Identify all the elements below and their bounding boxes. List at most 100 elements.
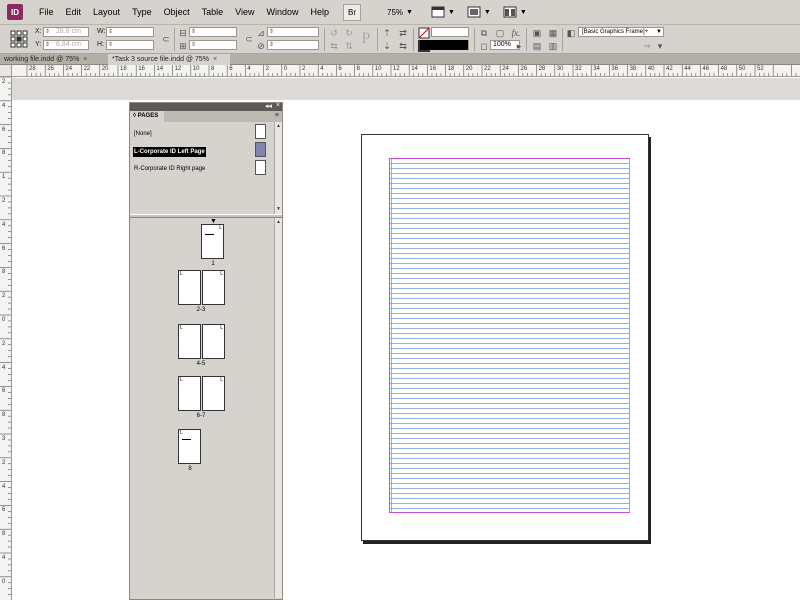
effects-square-icon[interactable]: ▢ xyxy=(494,27,506,39)
menu-help[interactable]: Help xyxy=(304,7,335,17)
panel-menu-icon[interactable]: ≡ xyxy=(275,112,279,119)
ruler-label: 10 xyxy=(192,66,200,72)
master-r-corporate-id-right[interactable]: R-Corporate ID Right page xyxy=(133,164,206,174)
vertical-ruler[interactable]: 2 4 6 8 1 2 4 6 8 2 0 2 4 6 8 3 2 4 6 8 4 0 xyxy=(0,77,12,600)
pages-scrollbar[interactable]: ▲ xyxy=(274,218,282,598)
spread-label: 6-7 xyxy=(196,413,206,419)
tab-task-3-source-file[interactable]: *Task 3 source file.indd @ 75% × xyxy=(108,54,230,65)
page-thumbnail[interactable]: L xyxy=(202,376,225,411)
opacity-arrow-icon[interactable]: ▸ xyxy=(513,40,525,52)
close-icon[interactable]: × xyxy=(83,56,87,63)
scale-y-field[interactable]: ⇕ xyxy=(189,40,237,50)
spread-8[interactable]: L 8 xyxy=(178,429,228,479)
spinner-icon: ⇕ xyxy=(191,42,197,48)
bridge-button[interactable]: Br xyxy=(343,3,361,21)
zoom-level-dropdown[interactable]: 75% ▼ xyxy=(387,8,413,17)
horizontal-ruler[interactable]: 28 26 24 22 20 18 16 14 12 10 8 6 4 2 0 2 4 6 8 10 12 14 16 18 2… xyxy=(12,65,800,77)
menu-window[interactable]: Window xyxy=(260,7,304,17)
select-next-icon[interactable]: ⇆ xyxy=(397,40,409,52)
rotate-cw-icon[interactable]: ↻ xyxy=(343,27,355,39)
menu-object[interactable]: Object xyxy=(158,7,196,17)
ruler-label: 0 xyxy=(2,317,6,323)
spinner-icon: ⇕ xyxy=(269,42,275,48)
rotate-ccw-icon[interactable]: ↺ xyxy=(328,27,340,39)
page-thumbnail[interactable]: L xyxy=(178,376,201,411)
arrange-documents-dropdown[interactable]: ▼ xyxy=(503,6,527,18)
y-position-field[interactable]: ⇕ 6.84 cm xyxy=(43,40,89,50)
select-previous-icon[interactable]: ⇄ xyxy=(397,27,409,39)
panel-options-icon[interactable]: ▾ xyxy=(654,40,666,52)
menu-layout[interactable]: Layout xyxy=(87,7,126,17)
tab-pages[interactable]: ◊ PAGES xyxy=(130,111,165,122)
object-style-value: [Basic Graphics Frame]+ xyxy=(582,29,649,35)
spinner-icon: ⇕ xyxy=(45,29,51,35)
spread-label: 8 xyxy=(188,466,192,472)
page-thumbnail[interactable]: L xyxy=(201,224,224,259)
menu-view[interactable]: View xyxy=(229,7,260,17)
page-thumbnail[interactable]: L xyxy=(202,324,225,359)
fit-content-icon[interactable]: ▥ xyxy=(547,40,559,52)
text-wrap-bbox-icon[interactable]: ▤ xyxy=(531,40,543,52)
w-label: W: xyxy=(97,28,106,35)
fill-swatch-icon[interactable] xyxy=(418,27,430,39)
page-thumbnail[interactable]: L xyxy=(178,429,201,464)
constrain-proportions-icon[interactable]: ⊂ xyxy=(160,33,172,45)
spread-2-3[interactable]: L L 2-3 xyxy=(178,270,228,320)
auto-fit-icon[interactable]: ▦ xyxy=(547,27,559,39)
menu-type[interactable]: Type xyxy=(126,7,158,17)
screen-mode-dropdown[interactable]: ▼ xyxy=(467,6,491,18)
shear-angle-field[interactable]: ⇕ xyxy=(267,40,319,50)
collapse-panel-icon[interactable]: ◂◂ xyxy=(265,102,272,110)
page-thumbnail[interactable]: L xyxy=(178,324,201,359)
text-wrap-none-icon[interactable]: ▣ xyxy=(531,27,543,39)
spread-1[interactable]: L 1 xyxy=(201,224,251,274)
fill-dropdown[interactable] xyxy=(431,27,469,37)
page-thumbnail[interactable]: L xyxy=(178,270,201,305)
master-none-thumbnail[interactable] xyxy=(255,124,266,139)
master-l-corporate-id-left[interactable]: L-Corporate ID Left Page xyxy=(133,147,206,157)
ruler-origin[interactable] xyxy=(0,65,12,77)
close-icon[interactable]: × xyxy=(276,102,280,109)
constrain-scale-icon[interactable]: ⊂ xyxy=(243,33,255,45)
ruler-label: 48 xyxy=(720,66,728,72)
spread-4-5[interactable]: L L 4-5 xyxy=(178,324,228,374)
scale-x-field[interactable]: ⇕ xyxy=(189,27,237,37)
menu-file[interactable]: File xyxy=(33,7,60,17)
close-icon[interactable]: × xyxy=(213,56,217,63)
spread-6-7[interactable]: L L 6-7 xyxy=(178,376,228,426)
reference-point-icon[interactable] xyxy=(10,30,28,48)
separator xyxy=(324,28,325,51)
view-options-dropdown[interactable]: ▼ xyxy=(431,6,455,18)
ruler-label: 2 xyxy=(2,198,6,204)
master-l-thumbnail[interactable] xyxy=(255,142,266,157)
tab-working-file[interactable]: working file.indd @ 75% × xyxy=(0,54,108,65)
clear-overrides-icon[interactable]: ⇒ xyxy=(641,40,653,52)
drop-shadow-icon[interactable]: ⧉ xyxy=(478,27,490,39)
object-style-dropdown[interactable]: [Basic Graphics Frame]+ ▼ xyxy=(578,27,664,37)
x-position-field[interactable]: ⇕ 28.8 cm xyxy=(43,27,89,37)
panel-title-bar[interactable]: ◂◂ × xyxy=(130,102,282,111)
rotation-angle-field[interactable]: ⇕ xyxy=(267,27,319,37)
fx-effects-icon[interactable]: fx. xyxy=(510,27,522,39)
master-r-thumbnail[interactable] xyxy=(255,160,266,175)
arrange-documents-icon xyxy=(503,6,517,18)
page-thumbnail[interactable]: L xyxy=(202,270,225,305)
height-field[interactable]: ⇕ xyxy=(106,40,154,50)
masters-scrollbar[interactable]: ▲ ▼ xyxy=(274,122,282,214)
select-container-icon[interactable]: ⇡ xyxy=(381,27,393,39)
select-content-icon[interactable]: ⇣ xyxy=(381,40,393,52)
flip-vertical-icon[interactable]: ⇅ xyxy=(343,40,355,52)
master-none[interactable]: [None] xyxy=(133,129,153,139)
flip-horizontal-icon[interactable]: ⇆ xyxy=(328,40,340,52)
scroll-up-icon[interactable]: ▲ xyxy=(275,219,282,226)
menu-table[interactable]: Table xyxy=(196,7,230,17)
width-field[interactable]: ⇕ xyxy=(106,27,154,37)
scroll-up-icon[interactable]: ▲ xyxy=(275,123,282,130)
ruler-label: 44 xyxy=(684,66,691,72)
document-page[interactable] xyxy=(361,134,649,541)
stroke-type-dropdown[interactable] xyxy=(420,40,468,50)
ruler-label: 42 xyxy=(666,66,673,72)
scroll-down-icon[interactable]: ▼ xyxy=(275,206,282,213)
menu-edit[interactable]: Edit xyxy=(60,7,88,17)
ruler-label: 46 xyxy=(702,66,710,72)
